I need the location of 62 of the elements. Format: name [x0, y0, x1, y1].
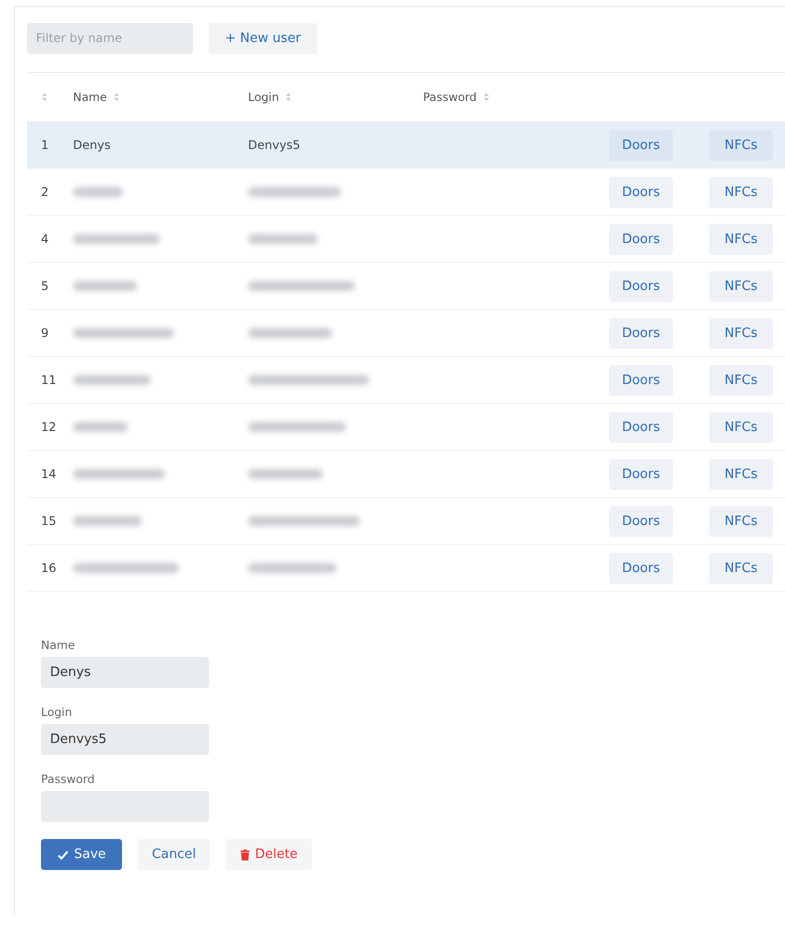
nfcs-button[interactable]: NFCs [709, 506, 773, 536]
sort-icon[interactable] [285, 92, 292, 102]
nfcs-button[interactable]: NFCs [709, 318, 773, 348]
table-row[interactable]: 12 Doors NFCs [27, 404, 785, 451]
doors-button[interactable]: Doors [609, 458, 673, 490]
nfcs-button[interactable]: NFCs [709, 176, 773, 208]
table-cell: 14 [41, 467, 56, 481]
doors-button[interactable]: Doors [609, 364, 673, 396]
column-header[interactable]: Name [73, 90, 107, 104]
nfcs-button[interactable]: NFCs [709, 130, 773, 160]
table-cell: 4 [41, 232, 49, 246]
column-header[interactable]: Login [248, 90, 280, 104]
nfcs-button[interactable]: NFCs [709, 412, 773, 442]
table-row[interactable]: 4 Doors NFCs [27, 216, 785, 263]
doors-button[interactable]: Doors [609, 318, 673, 348]
table-cell: 16 [41, 561, 56, 575]
table-cell: 12 [41, 420, 56, 434]
cancel-button[interactable]: Cancel [138, 839, 210, 870]
sort-icon[interactable] [41, 92, 48, 102]
column-header[interactable]: Password [423, 90, 477, 104]
field-label: Password [41, 772, 96, 786]
input-field[interactable]: Denvys5 [41, 724, 209, 755]
table-cell: Denvys5 [248, 138, 300, 152]
nfcs-button[interactable]: NFCs [709, 364, 773, 396]
blurred-text [248, 234, 318, 244]
nfcs-button[interactable]: NFCs [709, 224, 773, 254]
table-cell: 9 [41, 326, 49, 340]
filter-field[interactable]: Filter by name [27, 22, 193, 54]
sort-icon[interactable] [482, 92, 490, 102]
doors-button[interactable]: Doors [609, 412, 673, 442]
table-row[interactable]: 16 Doors NFCs [27, 545, 785, 592]
delete-button[interactable]: Delete [226, 839, 312, 870]
table-cell: 15 [41, 514, 56, 528]
table-cell: Denys [73, 138, 111, 152]
doors-button[interactable]: Doors [609, 270, 673, 302]
table-row[interactable]: 14 Doors NFCs [27, 451, 785, 498]
table-row[interactable]: 5 Doors NFCs [27, 263, 785, 310]
table-row[interactable]: 9 Doors NFCs [27, 310, 785, 357]
doors-button[interactable]: Doors [609, 130, 673, 160]
check-icon [57, 848, 69, 860]
field-label: Login [41, 705, 74, 719]
doors-button[interactable]: Doors [609, 506, 673, 536]
input-field[interactable]: Denys [41, 657, 209, 688]
new-user-button[interactable]: + New user [209, 22, 317, 54]
nfcs-button[interactable]: NFCs [709, 552, 773, 584]
table-cell: 1 [41, 138, 49, 152]
nfcs-button[interactable]: NFCs [709, 458, 773, 490]
table-cell: 2 [41, 185, 49, 199]
table-row[interactable]: 1 Denys Denvys5 Doors NFCs [27, 122, 785, 169]
doors-button[interactable]: Doors [609, 224, 673, 254]
doors-button[interactable]: Doors [609, 552, 673, 584]
nfcs-button[interactable]: NFCs [709, 270, 773, 302]
table-cell: 5 [41, 279, 49, 293]
doors-button[interactable]: Doors [609, 176, 673, 208]
sort-icon[interactable] [112, 92, 120, 102]
table-cell: 11 [41, 373, 56, 387]
table-row[interactable]: 11 Doors NFCs [27, 357, 785, 404]
save-button[interactable]: Save [41, 839, 122, 870]
field-label: Name [41, 638, 76, 652]
table-row[interactable]: 2 Doors NFCs [27, 169, 785, 216]
table-row[interactable]: 15 Doors NFCs [27, 498, 785, 545]
trash-icon [240, 848, 250, 860]
